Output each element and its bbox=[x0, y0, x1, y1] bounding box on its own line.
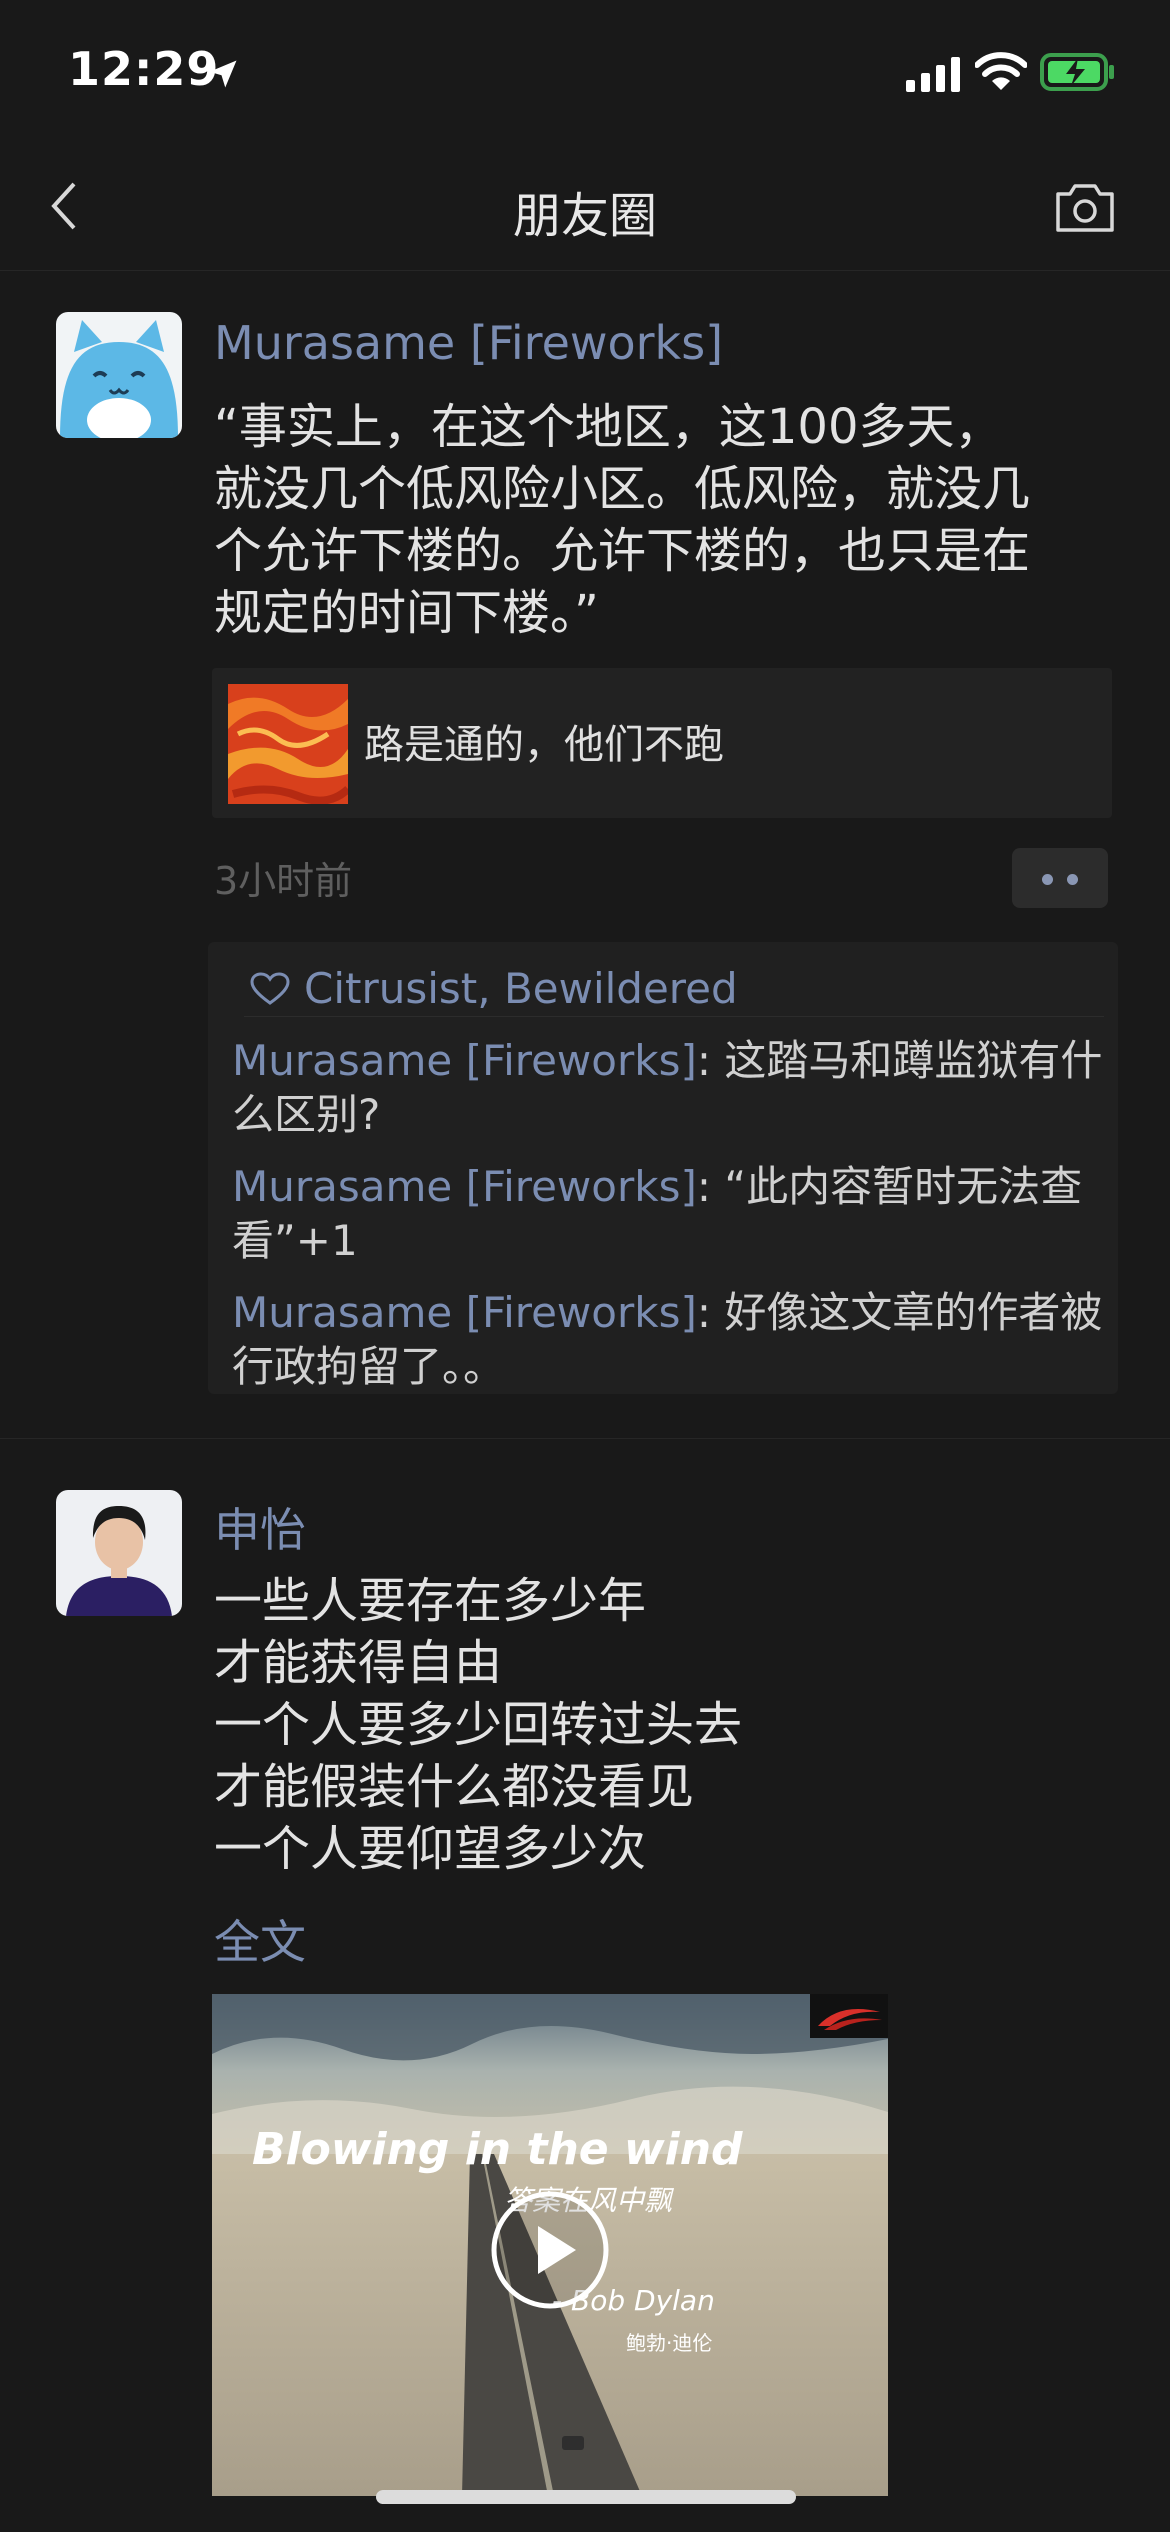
post-divider bbox=[0, 1438, 1170, 1439]
channel-logo-icon bbox=[810, 1994, 888, 2038]
comment-item[interactable]: Murasame [Fireworks]: 这踏马和蹲监狱有什么区别? bbox=[232, 1034, 1108, 1142]
location-arrow-icon bbox=[209, 60, 237, 88]
post-author-name[interactable]: 申怡 bbox=[214, 1494, 306, 1560]
link-title: 路是通的，他们不跑 bbox=[364, 722, 724, 768]
post-text: “事实上，在这个地区，这100多天， 就没几个低风险小区。低风险，就没几 个允许… bbox=[214, 399, 1031, 641]
expand-full-text-link[interactable]: 全文 bbox=[214, 1906, 306, 1972]
camera-icon[interactable] bbox=[1052, 178, 1118, 238]
comment-item[interactable]: Murasame [Fireworks]: 好像这文章的作者被行政拘留了。。 bbox=[232, 1286, 1108, 1394]
more-dot-icon bbox=[1067, 874, 1078, 885]
status-time: 12:29 bbox=[68, 42, 220, 96]
likes-row: Citrusist, Bewildered bbox=[244, 956, 1104, 1017]
heart-icon bbox=[250, 972, 290, 1005]
post-author-name[interactable]: Murasame [Fireworks] bbox=[214, 316, 723, 370]
more-actions-button[interactable] bbox=[1012, 848, 1108, 908]
cellular-signal-icon bbox=[906, 57, 960, 92]
play-icon[interactable] bbox=[490, 2190, 610, 2310]
post-timestamp: 3小时前 bbox=[214, 859, 353, 903]
comment-item[interactable]: Murasame [Fireworks]: “此内容暂时无法查看”+1 bbox=[232, 1160, 1108, 1268]
wifi-icon bbox=[975, 52, 1027, 90]
comment-author[interactable]: Murasame [Fireworks] bbox=[232, 1162, 697, 1211]
status-bar: 12:29 bbox=[0, 0, 1170, 150]
video-thumbnail[interactable]: Blowing in the wind 答案在风中飘 - Bob Dylan 鲍… bbox=[212, 1994, 888, 2496]
comment-author[interactable]: Murasame [Fireworks] bbox=[232, 1288, 697, 1337]
page-title: 朋友圈 bbox=[512, 188, 657, 244]
home-indicator bbox=[376, 2490, 796, 2504]
avatar[interactable] bbox=[56, 1490, 182, 1616]
post-text: 一些人要存在多少年 才能获得自由 一个人要多少回转过头去 才能假装什么都没看见 … bbox=[214, 1573, 743, 1877]
likes-comments-panel: Citrusist, Bewildered Murasame [Firework… bbox=[208, 942, 1118, 1394]
comment-author[interactable]: Murasame [Fireworks] bbox=[232, 1036, 697, 1085]
avatar[interactable] bbox=[56, 312, 182, 438]
video-title-en: Blowing in the wind bbox=[252, 2124, 743, 2175]
video-artist-cn: 鲍勃·迪伦 bbox=[626, 2331, 712, 2355]
nav-bar: 朋友圈 bbox=[0, 150, 1170, 271]
more-dot-icon bbox=[1042, 874, 1053, 885]
battery-charging-icon bbox=[1040, 53, 1114, 91]
link-card[interactable]: 路是通的，他们不跑 bbox=[212, 668, 1112, 818]
likes-list[interactable]: Citrusist, Bewildered bbox=[304, 964, 738, 1013]
link-thumbnail bbox=[228, 684, 348, 804]
